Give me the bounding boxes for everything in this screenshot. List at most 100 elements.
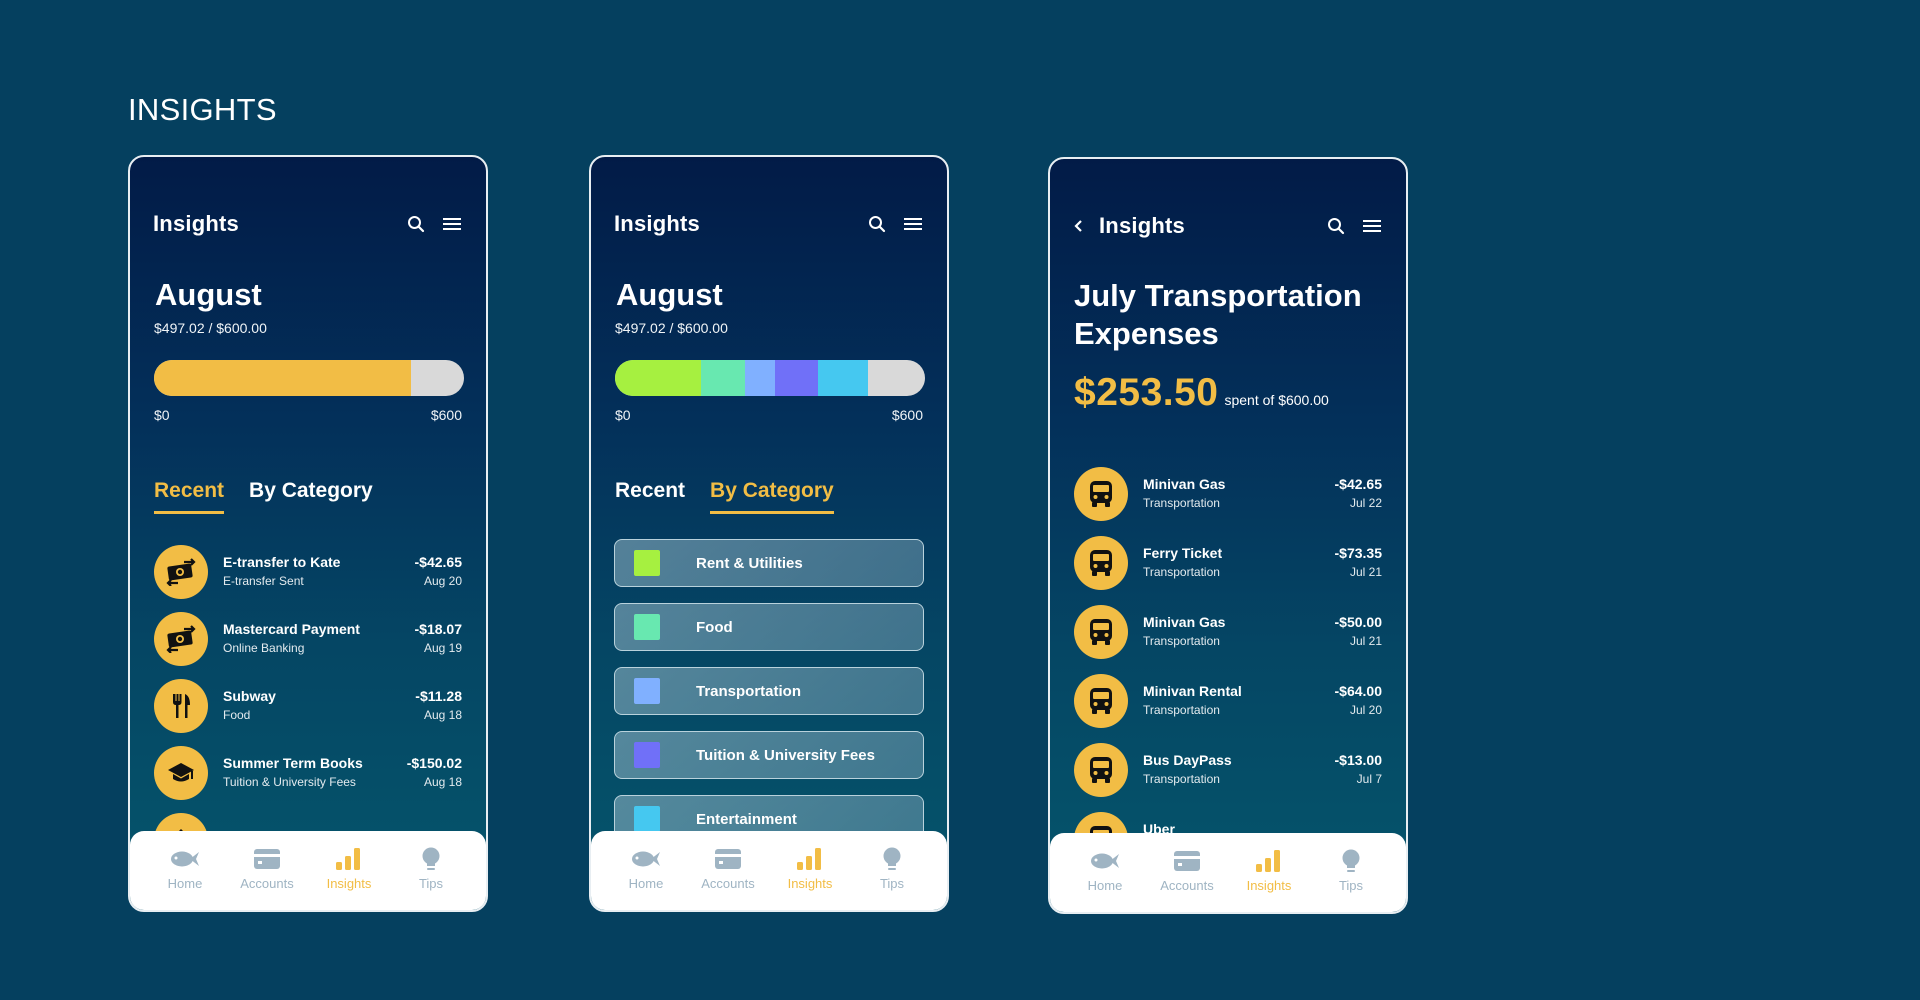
nav-insights[interactable]: Insights bbox=[775, 831, 845, 910]
bar-max-label: $600 bbox=[891, 407, 923, 423]
category-label: Rent & Utilities bbox=[696, 554, 803, 572]
nav-home[interactable]: Home bbox=[611, 831, 681, 910]
nav-insights[interactable]: Insights bbox=[314, 831, 384, 910]
transaction-row[interactable]: Minivan Rental Transportation -$64.00 Jul 2… bbox=[1074, 666, 1382, 735]
transaction-amount: -$50.00 bbox=[1334, 613, 1382, 630]
tab-by-category[interactable]: By Category bbox=[249, 479, 373, 514]
nav-accounts[interactable]: Accounts bbox=[693, 831, 763, 910]
lightbulb-icon bbox=[1341, 849, 1361, 873]
category-item[interactable]: Rent & Utilities bbox=[614, 539, 924, 587]
category-label: Food bbox=[696, 618, 733, 636]
month-title: August bbox=[616, 277, 723, 312]
nav-label: Accounts bbox=[1160, 878, 1214, 893]
tab-bar: Recent By Category bbox=[615, 479, 834, 514]
transaction-row[interactable]: Bus DayPass Transportation -$13.00 Jul 7 bbox=[1074, 735, 1382, 804]
nav-label: Home bbox=[628, 876, 664, 891]
nav-label: Insights bbox=[1246, 878, 1292, 893]
nav-accounts[interactable]: Accounts bbox=[1152, 833, 1222, 912]
budget-summary: $497.02 / $600.00 bbox=[154, 320, 267, 336]
transaction-row[interactable]: Mastercard Payment Online Banking -$18.07… bbox=[154, 605, 462, 672]
bottom-nav: Home Accounts Insights Tips bbox=[130, 831, 486, 910]
category-segment bbox=[774, 360, 819, 396]
transaction-name: Bus DayPass bbox=[1143, 751, 1232, 768]
tab-recent[interactable]: Recent bbox=[615, 479, 685, 514]
category-list: Rent & Utilities Food Transportation Tui… bbox=[614, 539, 924, 859]
money-transfer-icon bbox=[154, 544, 208, 599]
header: Insights bbox=[153, 209, 463, 239]
category-label: Transportation bbox=[696, 682, 802, 700]
transaction-category: Transportation bbox=[1143, 702, 1220, 717]
transaction-row[interactable]: Summer Term Books Tuition & University Fe… bbox=[154, 739, 462, 806]
transaction-date: Jul 20 bbox=[1349, 702, 1382, 717]
transaction-date: Jul 7 bbox=[1356, 771, 1382, 786]
transaction-row[interactable]: E-transfer to Kate E-transfer Sent -$42.6… bbox=[154, 538, 462, 605]
category-segment bbox=[701, 360, 745, 396]
category-item[interactable]: Tuition & University Fees bbox=[614, 731, 924, 779]
category-item[interactable]: Transportation bbox=[614, 667, 924, 715]
nav-insights[interactable]: Insights bbox=[1234, 833, 1304, 912]
transaction-date: Aug 18 bbox=[423, 707, 462, 722]
transaction-amount: -$11.28 bbox=[415, 687, 462, 704]
bottom-nav: Home Accounts Insights Tips bbox=[1050, 833, 1406, 912]
transaction-name: Minivan Gas bbox=[1143, 475, 1226, 492]
transaction-name: Subway bbox=[223, 687, 276, 704]
transaction-category: Tuition & University Fees bbox=[223, 774, 356, 789]
category-segment bbox=[615, 360, 702, 396]
card-icon bbox=[254, 847, 280, 871]
menu-icon[interactable] bbox=[902, 213, 924, 235]
nav-tips[interactable]: Tips bbox=[857, 831, 927, 910]
nav-label: Home bbox=[167, 876, 203, 891]
bar-min-label: $0 bbox=[154, 407, 170, 423]
transaction-name: Summer Term Books bbox=[223, 754, 363, 771]
nav-label: Tips bbox=[1338, 878, 1364, 893]
nav-label: Tips bbox=[418, 876, 444, 891]
transaction-amount: -$64.00 bbox=[1334, 682, 1382, 699]
transaction-row[interactable]: Ferry Ticket Transportation -$73.35 Jul 21 bbox=[1074, 528, 1382, 597]
fish-icon bbox=[631, 847, 661, 871]
nav-home[interactable]: Home bbox=[1070, 833, 1140, 912]
transaction-category: Transportation bbox=[1143, 564, 1220, 579]
transaction-row[interactable]: Minivan Gas Transportation -$50.00 Jul 21 bbox=[1074, 597, 1382, 666]
nav-tips[interactable]: Tips bbox=[1316, 833, 1386, 912]
menu-icon[interactable] bbox=[441, 213, 463, 235]
nav-tips[interactable]: Tips bbox=[396, 831, 466, 910]
transaction-category: Transportation bbox=[1143, 633, 1220, 648]
nav-home[interactable]: Home bbox=[150, 831, 220, 910]
nav-label: Home bbox=[1087, 878, 1123, 893]
spent-of-budget: spent of $600.00 bbox=[1224, 392, 1329, 408]
transaction-amount: -$42.65 bbox=[414, 553, 462, 570]
transaction-row[interactable]: Subway Food -$11.28 Aug 18 bbox=[154, 672, 462, 739]
bus-icon bbox=[1074, 466, 1128, 521]
budget-summary: $497.02 / $600.00 bbox=[615, 320, 728, 336]
transaction-row[interactable]: Minivan Gas Transportation -$42.65 Jul 22 bbox=[1074, 459, 1382, 528]
transaction-category: Online Banking bbox=[223, 640, 305, 655]
transaction-date: Jul 21 bbox=[1349, 564, 1382, 579]
transaction-category: E-transfer Sent bbox=[223, 573, 304, 588]
category-item[interactable]: Food bbox=[614, 603, 924, 651]
category-segment bbox=[818, 360, 869, 396]
search-icon[interactable] bbox=[1325, 215, 1347, 237]
budget-progress-fill bbox=[154, 360, 411, 396]
nav-label: Insights bbox=[326, 876, 372, 891]
transaction-list: Minivan Gas Transportation -$42.65 Jul 22 Fe… bbox=[1074, 459, 1382, 873]
category-swatch bbox=[634, 550, 660, 576]
utensils-icon bbox=[154, 678, 208, 733]
tab-by-category[interactable]: By Category bbox=[710, 479, 834, 514]
menu-icon[interactable] bbox=[1361, 215, 1383, 237]
search-icon[interactable] bbox=[405, 213, 427, 235]
tab-recent[interactable]: Recent bbox=[154, 479, 225, 514]
nav-accounts[interactable]: Accounts bbox=[232, 831, 302, 910]
transaction-name: Mastercard Payment bbox=[223, 620, 360, 637]
nav-label: Insights bbox=[787, 876, 833, 891]
bar-chart-icon bbox=[336, 847, 362, 871]
header: Insights bbox=[614, 209, 924, 239]
back-chevron-icon[interactable] bbox=[1073, 216, 1089, 236]
transaction-date: Aug 19 bbox=[423, 640, 462, 655]
bar-chart-icon bbox=[797, 847, 823, 871]
transaction-amount: -$18.07 bbox=[414, 620, 462, 637]
transaction-name: Minivan Gas bbox=[1143, 613, 1226, 630]
search-icon[interactable] bbox=[866, 213, 888, 235]
detail-title: July Transportation Expenses bbox=[1074, 278, 1362, 351]
category-swatch bbox=[634, 614, 660, 640]
page-title: INSIGHTS bbox=[128, 92, 277, 127]
